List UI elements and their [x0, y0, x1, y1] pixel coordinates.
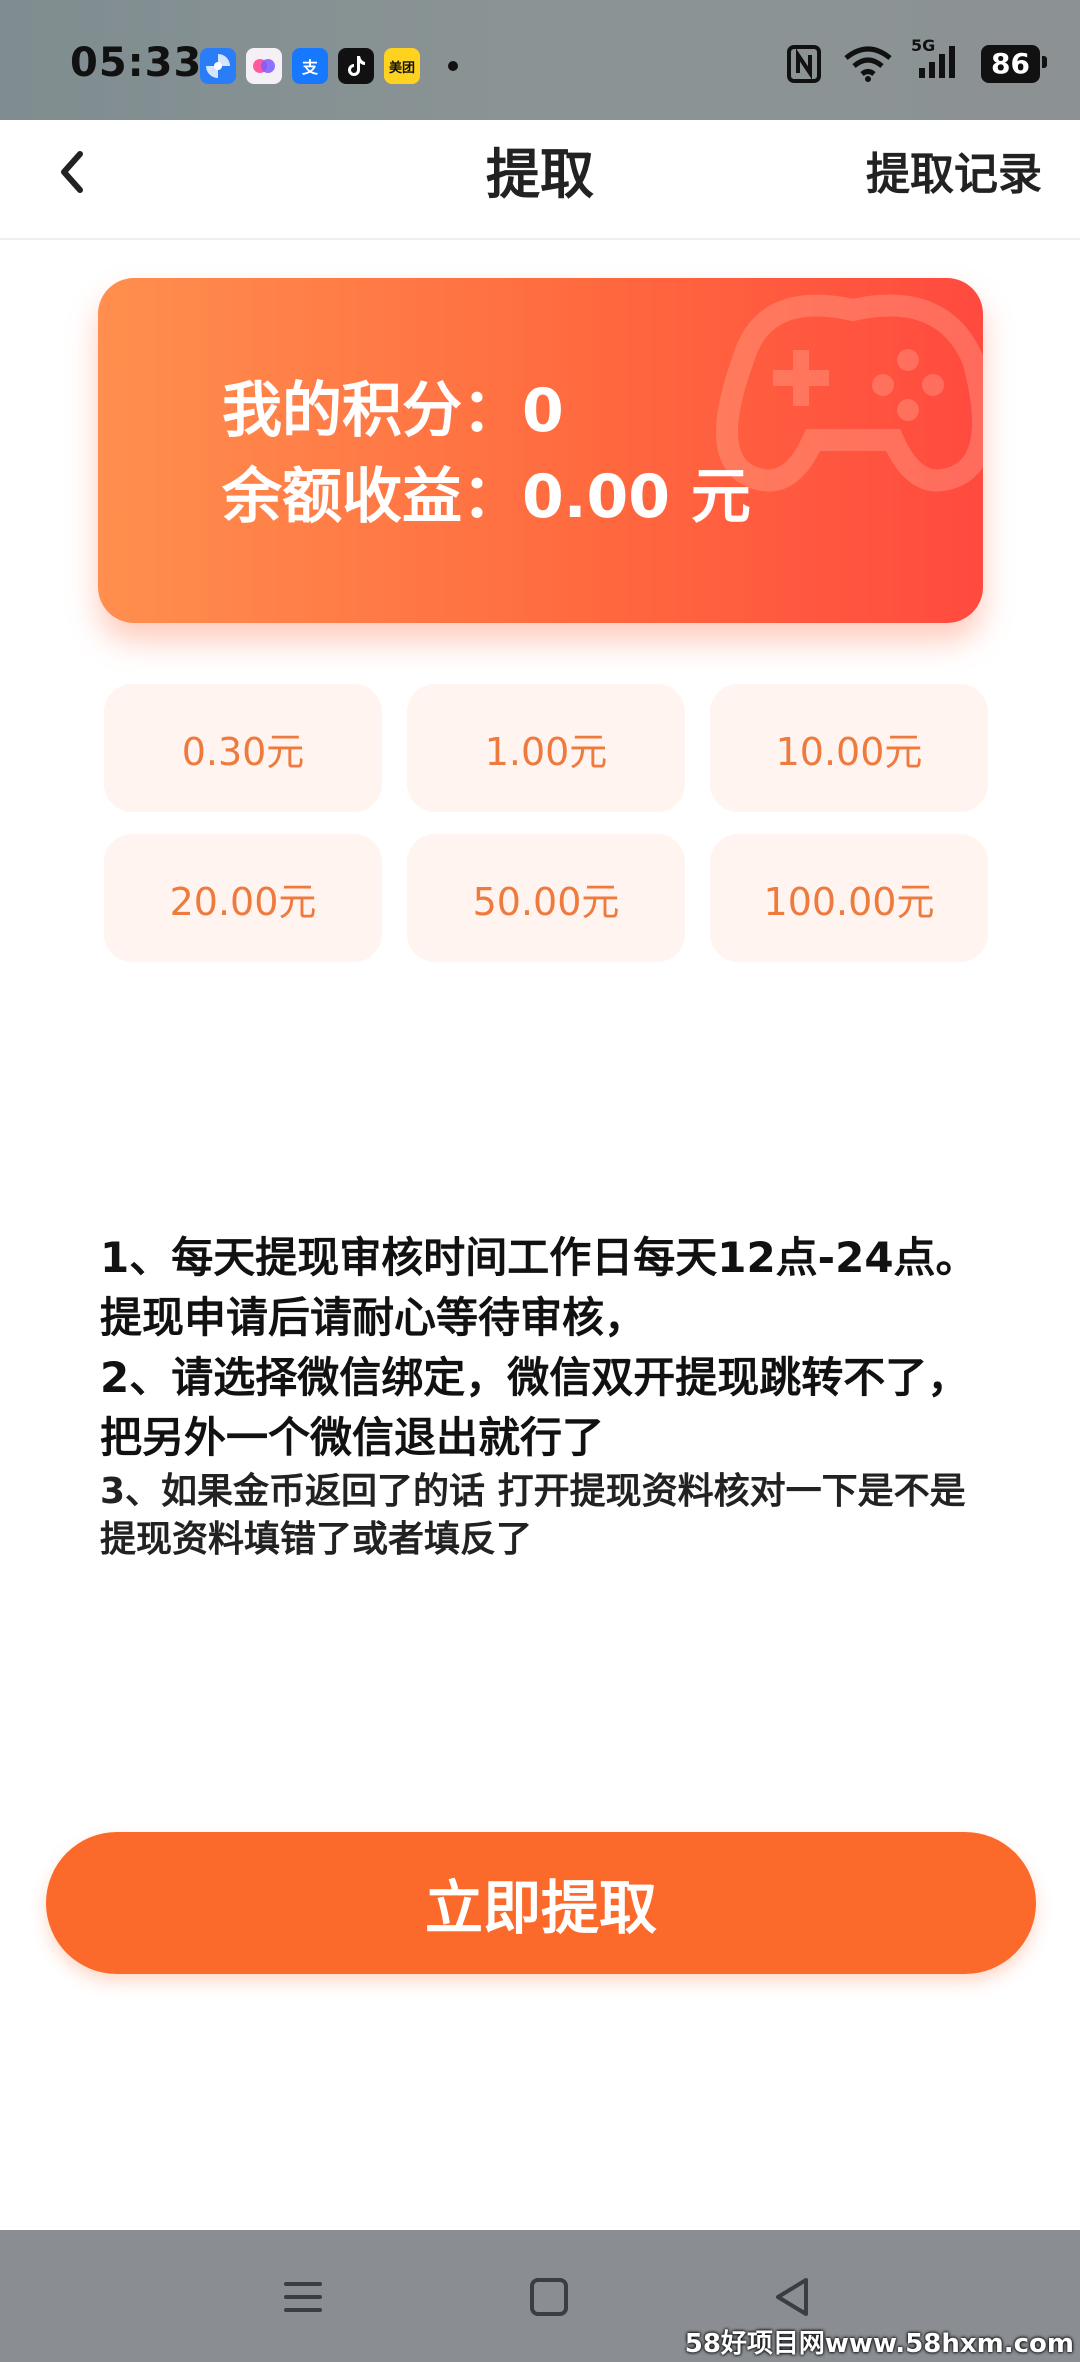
amount-option-10-00[interactable]: 10.00元 — [710, 684, 988, 812]
amount-option-50-00[interactable]: 50.00元 — [407, 834, 685, 962]
withdraw-notes: 1、每天提现审核时间工作日每天12点-24点。提现申请后请耐心等待审核， 2、请… — [100, 1228, 1000, 1564]
triangle-back-icon — [776, 2278, 808, 2316]
app-header: 提取 提取记录 — [0, 120, 1080, 240]
square-icon — [530, 2278, 568, 2316]
amount-options: 0.30元 1.00元 10.00元 20.00元 50.00元 100.00元 — [104, 684, 988, 962]
nfc-icon — [787, 45, 822, 83]
cellular-signal-icon: 5G — [911, 36, 959, 84]
recent-apps-button[interactable] — [268, 2262, 338, 2332]
more-notifications-dot — [448, 61, 458, 71]
menu-icon — [284, 2282, 322, 2312]
system-back-button[interactable] — [758, 2262, 828, 2332]
watermark-text: 58好项目网www.58hxm.com — [684, 2329, 1074, 2359]
status-bar: 05:33 支 美团 5G 86 — [0, 0, 1080, 120]
points-text: 我的积分：0 — [222, 376, 564, 446]
tiktok-app-icon — [338, 48, 374, 84]
colorful-app-icon — [246, 48, 282, 84]
system-navigation-bar: 58好项目网www.58hxm.com — [0, 2230, 1080, 2362]
pinwheel-app-icon — [200, 48, 236, 84]
amount-option-20-00[interactable]: 20.00元 — [104, 834, 382, 962]
alipay-app-icon: 支 — [292, 48, 328, 84]
balance-card: 我的积分：0 余额收益：0.00 元 — [98, 278, 983, 623]
balance-info: 我的积分：0 余额收益：0.00 元 — [222, 368, 751, 540]
battery-level: 86 — [981, 45, 1047, 83]
balance-text: 余额收益：0.00 元 — [222, 462, 751, 532]
withdraw-records-link[interactable]: 提取记录 — [866, 138, 1042, 202]
amount-option-1-00[interactable]: 1.00元 — [407, 684, 685, 812]
note-item: 1、每天提现审核时间工作日每天12点-24点。提现申请后请耐心等待审核， — [100, 1233, 978, 1342]
note-item: 3、如果金币返回了的话 打开提现资料核对一下是不是提现资料填错了或者填反了 — [100, 1471, 966, 1560]
network-type: 5G — [911, 36, 936, 55]
home-button[interactable] — [514, 2262, 584, 2332]
status-indicators: 5G 86 — [787, 36, 1047, 84]
status-time: 05:33 — [70, 40, 203, 86]
amount-option-100-00[interactable]: 100.00元 — [710, 834, 988, 962]
meituan-app-icon: 美团 — [384, 48, 420, 84]
amount-option-0-30[interactable]: 0.30元 — [104, 684, 382, 812]
notification-icons: 支 美团 — [200, 48, 458, 84]
wifi-icon — [844, 46, 892, 82]
note-item: 2、请选择微信绑定，微信双开提现跳转不了，把另外一个微信退出就行了 — [100, 1353, 970, 1462]
withdraw-now-button[interactable]: 立即提取 — [46, 1832, 1036, 1974]
